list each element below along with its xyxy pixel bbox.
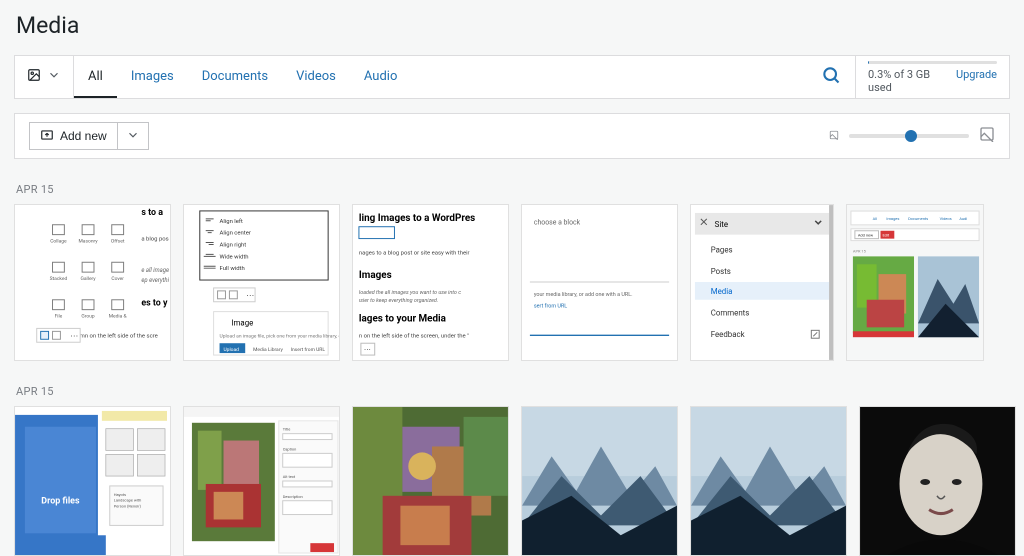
svg-text:Masonry: Masonry [79, 239, 99, 245]
svg-text:Collage: Collage [50, 239, 67, 245]
svg-text:⋯: ⋯ [364, 346, 371, 354]
tab-videos[interactable]: Videos [282, 56, 350, 98]
svg-text:Site: Site [715, 220, 728, 229]
svg-text:Alt text: Alt text [283, 474, 296, 479]
upgrade-link[interactable]: Upgrade [956, 68, 997, 94]
svg-text:Upload an image file, pick one: Upload an image file, pick one from your… [220, 332, 339, 339]
svg-text:⋯: ⋯ [70, 331, 78, 340]
tab-documents[interactable]: Documents [188, 56, 282, 98]
svg-text:Media: Media [711, 287, 733, 296]
svg-text:s to a: s to a [141, 208, 163, 218]
svg-text:n on the left side of the scre: n on the left side of the screen, under … [359, 332, 469, 339]
svg-text:File: File [55, 314, 63, 320]
svg-text:Media Library: Media Library [253, 347, 283, 353]
media-thumb[interactable]: Collage Masonry Offset Stacked Gallery C… [14, 204, 171, 361]
chevron-down-icon [126, 128, 140, 145]
svg-text:Stacked: Stacked [50, 276, 68, 282]
svg-text:Pages: Pages [711, 245, 733, 254]
svg-text:Offset: Offset [111, 238, 125, 245]
zoom-small-icon [829, 129, 839, 144]
zoom-large-icon [979, 126, 995, 146]
storage-bar [868, 61, 997, 64]
svg-text:ep everythi: ep everythi [141, 278, 169, 284]
svg-text:Images: Images [886, 216, 899, 221]
svg-text:choose a block: choose a block [534, 219, 581, 227]
svg-text:nages to a blog post or site e: nages to a blog post or site easy with t… [359, 250, 470, 256]
svg-text:Insert from URL: Insert from URL [291, 346, 326, 353]
svg-text:Upload: Upload [223, 347, 239, 353]
svg-text:ısier to keep everything organ: ısier to keep everything organized. [359, 298, 438, 304]
svg-text:Cover: Cover [111, 276, 124, 282]
storage-used-text: 0.3% of 3 GB used [868, 68, 948, 94]
zoom-slider[interactable] [849, 134, 969, 138]
svg-text:Wide width: Wide width [220, 254, 249, 260]
media-thumb[interactable]: All Images Documents Videos Audi Add new E… [846, 204, 984, 361]
chevron-down-icon [47, 68, 61, 86]
svg-text:Documents: Documents [908, 216, 928, 221]
svg-text:es to y: es to y [141, 299, 168, 309]
media-thumb[interactable]: ling Images to a WordPres nages to a blo… [352, 204, 509, 361]
svg-text:ımn on the left side of the sc: ımn on the left side of the scre [78, 332, 158, 339]
svg-text:Add new: Add new [858, 233, 873, 238]
tab-images[interactable]: Images [117, 56, 188, 98]
svg-text:Audi: Audi [959, 216, 967, 221]
media-thumb[interactable]: choose a block your media library, or ad… [521, 204, 678, 361]
media-type-picker[interactable] [15, 56, 74, 98]
svg-text:e all image: e all image [141, 268, 169, 274]
svg-text:Description: Description [283, 494, 303, 499]
date-heading: APR 15 [0, 361, 1024, 406]
add-new-group: Add new [29, 122, 149, 150]
svg-text:Landscape with: Landscape with [114, 498, 142, 503]
add-new-dropdown[interactable] [118, 122, 149, 150]
filter-left: All Images Documents Videos Audio [15, 56, 411, 98]
svg-text:Title: Title [283, 427, 291, 432]
svg-text:Drop files: Drop files [41, 497, 80, 507]
zoom-slider-thumb[interactable] [905, 130, 917, 142]
media-thumb[interactable]: Site Pages Posts Media Comments Feedback [690, 204, 834, 361]
media-thumb[interactable]: Align left Align center Align right Wide… [183, 204, 340, 361]
svg-text:Posts: Posts [711, 267, 731, 276]
svg-text:sert from URL: sert from URL [534, 303, 567, 310]
filter-bar: All Images Documents Videos Audio 0.3% o… [14, 55, 1010, 99]
svg-text:Person (Renoir): Person (Renoir) [114, 504, 142, 509]
svg-text:⋯: ⋯ [246, 291, 254, 300]
svg-text:Align center: Align center [220, 231, 251, 237]
svg-text:a blog pos: a blog pos [141, 237, 168, 243]
tab-audio[interactable]: Audio [350, 56, 411, 98]
svg-text:APR 15: APR 15 [853, 248, 867, 253]
media-grid-row: Collage Masonry Offset Stacked Gallery C… [0, 204, 1024, 361]
svg-text:ling Images to a WordPres: ling Images to a WordPres [359, 213, 475, 224]
svg-text:Caption: Caption [283, 446, 297, 451]
svg-text:Edit: Edit [882, 233, 889, 238]
search-button[interactable] [807, 56, 855, 98]
svg-text:Image: Image [231, 318, 253, 327]
page-title: Media [0, 0, 1024, 55]
media-toolbar: Add new [14, 113, 1010, 159]
svg-text:Align right: Align right [220, 242, 247, 248]
date-heading: APR 15 [0, 159, 1024, 204]
svg-text:lages to your Media: lages to your Media [359, 313, 446, 324]
add-new-label: Add new [60, 129, 107, 143]
svg-text:Gallery: Gallery [81, 276, 97, 282]
svg-text:loaded the all images you want: loaded the all images you want to use in… [359, 290, 461, 296]
add-new-button[interactable]: Add new [29, 122, 118, 150]
svg-text:Media &: Media & [109, 314, 128, 320]
svg-text:Videos: Videos [940, 216, 952, 221]
svg-text:Align left: Align left [220, 218, 243, 225]
svg-text:All: All [873, 216, 878, 221]
svg-text:Group: Group [81, 314, 94, 320]
svg-text:Hayots: Hayots [114, 492, 126, 497]
svg-text:Feedback: Feedback [711, 330, 745, 339]
svg-text:Images: Images [359, 270, 392, 281]
zoom-control [829, 126, 995, 146]
svg-text:Full width: Full width [220, 266, 245, 272]
image-icon [27, 68, 41, 86]
tab-all[interactable]: All [74, 56, 117, 98]
search-icon [821, 65, 841, 89]
svg-text:Comments: Comments [711, 309, 750, 318]
storage-panel: 0.3% of 3 GB used Upgrade [855, 56, 1009, 98]
svg-text:your media library, or add one: your media library, or add one with a UR… [534, 292, 633, 298]
filter-tabs: All Images Documents Videos Audio [74, 56, 411, 98]
upload-icon [40, 128, 54, 145]
